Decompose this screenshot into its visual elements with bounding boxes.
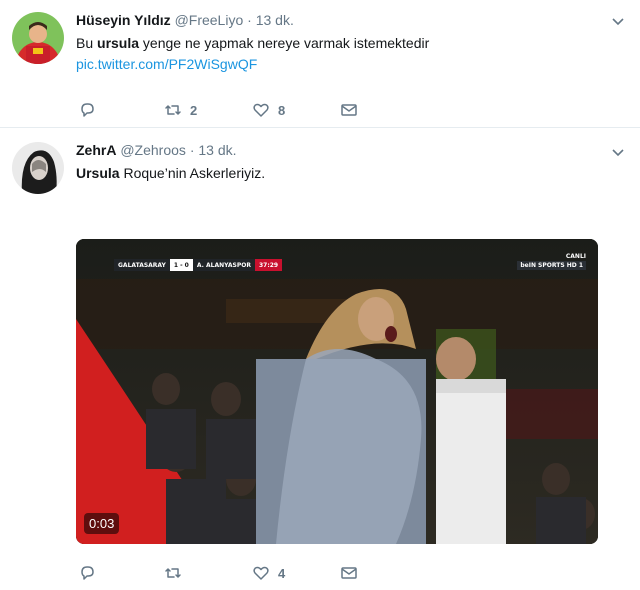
away-team: A. ALANYASPOR [192,259,255,271]
tweet-actions: 2 8 [76,100,376,120]
separator: · [189,142,195,158]
broadcaster-badge: CANLI beIN SPORTS HD 1 [517,253,586,270]
heart-icon [253,103,269,117]
separator: · [247,12,252,28]
avatar[interactable] [12,12,64,64]
reply-icon [81,103,94,117]
reply-icon [81,566,94,580]
retweet-icon [165,568,181,578]
chevron-down-icon[interactable] [610,144,626,160]
tweet-text-highlight: Ursula [76,165,120,181]
tweet[interactable]: ZehrA @Zehroos · 13 dk. Ursula Roque’nin… [0,129,640,590]
tweet-text-highlight: ursula [97,35,140,51]
live-label: CANLI [565,253,586,260]
tweet-text-body: yenge ne yapmak nereye varmak istemekted… [139,35,430,51]
direct-message-button[interactable] [340,563,358,583]
scoreboard: GALATASARAY 1 - 0 A. ALANYASPOR 37:29 [114,259,283,271]
channel-logo: beIN SPORTS HD 1 [517,261,586,270]
avatar[interactable] [12,142,64,194]
display-name[interactable]: Hüseyin Yıldız [76,12,171,28]
match-clock: 37:29 [254,259,283,271]
like-count: 4 [278,565,286,581]
tweet[interactable]: Hüseyin Yıldız @FreeLiyo · 13 dk. Bu urs… [0,0,640,128]
tweet-text-body: Roque’nin Askerleriyiz. [119,165,266,181]
match-score: 1 - 0 [169,259,193,271]
timestamp[interactable]: 13 dk. [198,142,236,158]
display-name[interactable]: ZehrA [76,142,116,158]
tweet-text-prefix: Bu [76,35,98,51]
chevron-down-icon[interactable] [610,13,626,29]
tweet-text: Bu ursula yenge ne yapmak nereye varmak … [76,35,429,51]
handle[interactable]: @FreeLiyo [175,12,244,28]
like-button[interactable]: 8 [252,100,285,120]
timestamp[interactable]: 13 dk. [256,12,294,28]
direct-message-button[interactable] [340,100,358,120]
retweet-icon [165,105,181,115]
tweet-actions: 4 [76,563,376,583]
home-team: GALATASARAY [114,259,170,271]
video-frame [76,239,598,544]
tweet-header: ZehrA @Zehroos · 13 dk. [76,142,237,158]
envelope-icon [341,104,357,116]
reply-button[interactable] [78,100,104,120]
heart-icon [253,566,269,580]
retweet-count: 2 [190,102,198,118]
reply-button[interactable] [78,563,104,583]
retweet-button[interactable]: 2 [164,100,197,120]
retweet-button[interactable] [164,563,190,583]
tweet-text: Ursula Roque’nin Askerleriyiz. [76,165,265,181]
handle[interactable]: @Zehroos [120,142,186,158]
video-duration: 0:03 [84,513,120,534]
tweet-header: Hüseyin Yıldız @FreeLiyo · 13 dk. [76,12,294,28]
like-count: 8 [278,102,286,118]
video-player[interactable]: GALATASARAY 1 - 0 A. ALANYASPOR 37:29 CA… [76,239,598,544]
envelope-icon [341,567,357,579]
media-link[interactable]: pic.twitter.com/PF2WiSgwQF [76,56,257,72]
like-button[interactable]: 4 [252,563,285,583]
